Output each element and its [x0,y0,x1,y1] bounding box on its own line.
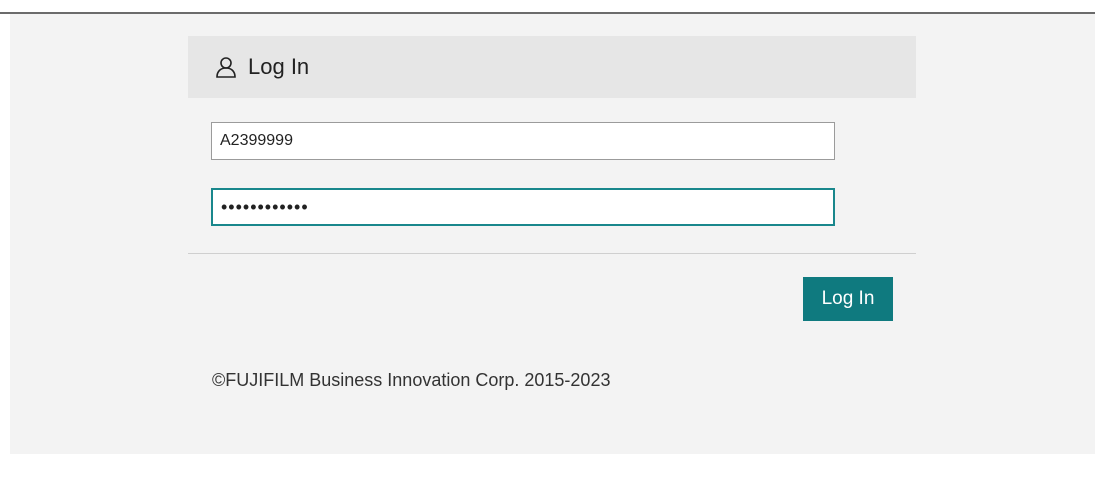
login-header: Log In [188,36,916,98]
user-icon [214,55,238,79]
username-field[interactable] [211,122,835,160]
password-field[interactable] [211,188,835,226]
login-panel: Log In Log In ©FUJIFILM Business Innovat… [10,14,1095,454]
copyright-text: ©FUJIFILM Business Innovation Corp. 2015… [212,370,611,390]
divider [188,253,916,254]
page-title: Log In [248,54,310,79]
login-button[interactable]: Log In [803,277,893,321]
